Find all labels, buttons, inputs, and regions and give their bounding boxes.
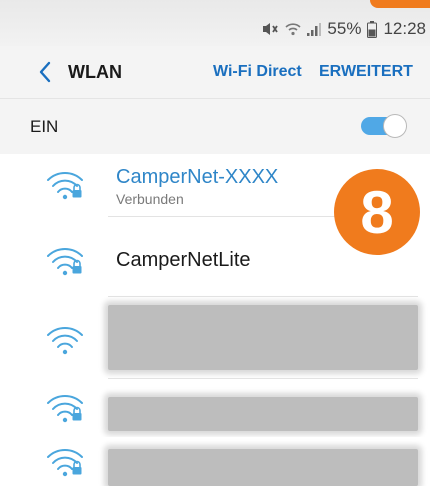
wifi-master-switch-row[interactable]: EIN <box>0 98 430 154</box>
clock: 12:28 <box>383 19 426 38</box>
advanced-button[interactable]: ERWEITERT <box>319 46 413 98</box>
battery-percent: 55% <box>327 19 362 38</box>
battery-icon <box>367 20 378 38</box>
redacted-network-name <box>108 305 418 370</box>
app-bar: WLAN Wi-Fi Direct ERWEITERT <box>0 46 430 98</box>
wifi-locked-icon <box>47 394 83 423</box>
step-number-badge: 8 <box>334 169 420 255</box>
wifi-locked-icon <box>47 247 83 276</box>
network-name: CamperNet-XXXX <box>116 166 279 188</box>
network-item-redacted[interactable] <box>0 437 430 486</box>
signal-icon <box>307 21 322 37</box>
network-item-redacted[interactable] <box>0 297 430 379</box>
decorative-orange-edge <box>370 0 430 8</box>
redacted-network-name <box>108 397 418 431</box>
wifi-locked-icon <box>47 448 83 477</box>
page-title: WLAN <box>68 61 122 82</box>
toggle-knob <box>383 114 407 138</box>
redacted-network-name <box>108 449 418 486</box>
status-bar: 55% 12:28 <box>0 14 430 44</box>
wifi-icon <box>47 326 83 355</box>
wifi-status-icon <box>285 21 301 37</box>
wifi-direct-button[interactable]: Wi-Fi Direct <box>213 46 302 98</box>
back-button[interactable] <box>28 52 62 92</box>
network-name: CamperNetLite <box>116 249 251 271</box>
network-item-redacted[interactable] <box>0 379 430 437</box>
network-status: Verbunden <box>116 191 184 207</box>
master-switch-label: EIN <box>30 116 59 136</box>
chevron-left-icon <box>39 61 51 83</box>
wifi-toggle[interactable] <box>361 114 407 138</box>
wifi-locked-icon <box>47 171 83 200</box>
mute-icon <box>261 21 279 37</box>
